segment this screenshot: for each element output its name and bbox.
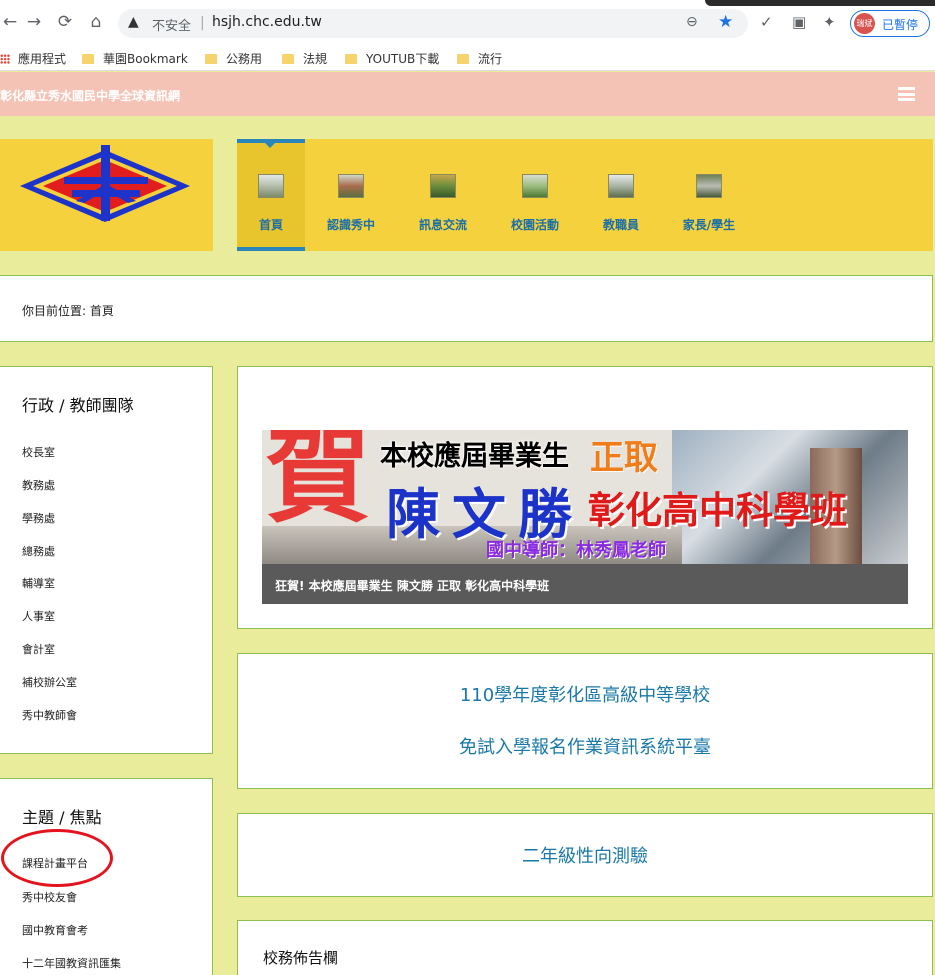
folder-icon: [82, 54, 94, 64]
notice-line[interactable]: 110學年度彰化區高級中等學校: [238, 681, 932, 707]
bookmark-star-icon[interactable]: ★: [718, 12, 733, 32]
warning-icon[interactable]: ▲: [128, 14, 139, 30]
message-board-icon: [430, 174, 456, 198]
address-separator: |: [200, 15, 205, 31]
banner-line1: 本校應屆畢業生: [380, 441, 569, 472]
staff-icon: [608, 174, 634, 198]
bulletin-board: 校務佈告欄: [237, 920, 933, 975]
bookmark-label: 華園Bookmark: [103, 52, 188, 66]
site-title[interactable]: 彰化縣立秀水國民中學全球資訊網: [0, 87, 180, 104]
nav-staff[interactable]: 教職員: [595, 139, 647, 251]
campus-activity-icon: [522, 174, 548, 198]
main-nav: 首頁 認識秀中 訊息交流 校園活動 教職員 家長/學生: [237, 139, 933, 251]
bookmark-folder[interactable]: 華園Bookmark: [82, 50, 188, 67]
folder-icon: [457, 54, 469, 64]
nav-messages[interactable]: 訊息交流: [413, 139, 473, 251]
apps-grid-icon: [0, 54, 10, 64]
bookmark-label: 流行: [478, 52, 503, 66]
puzzle-icon[interactable]: ✦: [823, 13, 836, 31]
bookmark-label: 應用程式: [18, 52, 67, 66]
parents-students-icon: [696, 174, 722, 198]
nav-label: 首頁: [258, 218, 283, 232]
profile-button[interactable]: 瑞斌 已暫停: [850, 10, 930, 37]
active-underline: [237, 247, 305, 251]
profile-status: 已暫停: [882, 18, 919, 32]
sidebar-link[interactable]: 秀中教師會: [22, 707, 77, 723]
zoom-icon[interactable]: ⊖: [686, 14, 698, 30]
sidebar-link[interactable]: 國中教育會考: [22, 922, 88, 938]
sidebar-link[interactable]: 學務處: [22, 510, 55, 526]
bookmarks-bar: 應用程式 華園Bookmark 公務用 法規 YOUTUB下載 流行: [0, 44, 935, 71]
nav-label: 校園活動: [510, 218, 559, 232]
caption-text: 狂賀! 本校應屆畢業生 陳文勝 正取 彰化高中科學班: [275, 579, 550, 593]
banner-panel: 賀 本校應屆畢業生 正取 陳文勝 彰化高中科學班 國中導師：林秀鳳老師 狂賀! …: [237, 366, 933, 629]
menu-icon[interactable]: [898, 87, 915, 101]
annotation-circle: [1, 829, 113, 887]
bookmark-folder[interactable]: 流行: [457, 50, 502, 67]
avatar: 瑞斌: [854, 13, 875, 34]
nav-label: 認識秀中: [326, 218, 375, 232]
sidebar-link[interactable]: 教務處: [22, 477, 55, 493]
nav-home[interactable]: 首頁: [237, 139, 305, 251]
notice-line[interactable]: 免試入學報名作業資訊系統平臺: [238, 733, 932, 759]
insecure-label[interactable]: 不安全: [152, 15, 191, 34]
nav-parents-students[interactable]: 家長/學生: [679, 139, 739, 251]
nav-activities[interactable]: 校園活動: [503, 139, 567, 251]
forward-icon[interactable]: →: [24, 12, 44, 32]
banner-big-char: 賀: [266, 430, 371, 537]
breadcrumb: 你目前位置: 首頁: [0, 275, 933, 342]
sidebar-link[interactable]: 十二年國教資訊匯集: [22, 955, 121, 971]
bulletin-board-title: 校務佈告欄: [263, 949, 339, 967]
bookmark-label: YOUTUB下載: [366, 52, 440, 66]
folder-icon: [345, 54, 357, 64]
banner-school: 彰化高中科學班: [588, 489, 847, 532]
sidebar-link[interactable]: 會計室: [22, 641, 55, 657]
news-slideshow[interactable]: 賀 本校應屆畢業生 正取 陳文勝 彰化高中科學班 國中導師：林秀鳳老師 狂賀! …: [262, 430, 908, 604]
sidebar-link[interactable]: 總務處: [22, 543, 55, 559]
url-text[interactable]: hsjh.chc.edu.tw: [212, 14, 322, 30]
back-icon[interactable]: ←: [0, 12, 20, 32]
bookmark-folder[interactable]: 公務用: [205, 50, 262, 67]
bookmark-label: 法規: [303, 52, 328, 66]
about-school-icon: [338, 174, 364, 198]
reload-icon[interactable]: ⟳: [55, 12, 75, 32]
tab-strip-edge: [705, 0, 935, 6]
site-header: 彰化縣立秀水國民中學全球資訊網: [0, 72, 935, 116]
sidebar-section-title: 行政 / 教師團隊: [22, 396, 134, 415]
sidebar-link[interactable]: 校長室: [22, 444, 55, 460]
nav-label: 家長/學生: [682, 218, 736, 232]
home-building-icon: [258, 174, 284, 198]
notice-aptitude-test[interactable]: 二年級性向測驗: [237, 813, 933, 897]
extension-badge-icon[interactable]: ▣: [792, 13, 806, 31]
caret-down-icon: [265, 143, 275, 148]
folder-icon: [205, 54, 217, 64]
breadcrumb-text: 你目前位置: 首頁: [22, 304, 114, 318]
nav-about[interactable]: 認識秀中: [319, 139, 383, 251]
sidebar-admin-team: 行政 / 教師團隊 校長室 教務處 學務處 總務處 輔導室 人事室 會計室 補校…: [0, 366, 213, 754]
bookmark-label: 公務用: [226, 52, 263, 66]
school-logo: [20, 145, 190, 222]
school-logo-panel[interactable]: [0, 139, 213, 251]
bookmark-apps[interactable]: 應用程式: [0, 50, 66, 67]
banner-accent: 正取: [590, 438, 658, 478]
bookmark-folder[interactable]: 法規: [282, 50, 327, 67]
sidebar-link[interactable]: 人事室: [22, 608, 55, 624]
folder-icon: [282, 54, 294, 64]
sidebar-section-title: 主題 / 焦點: [22, 808, 102, 827]
home-icon[interactable]: ⌂: [86, 12, 106, 32]
banner-caption[interactable]: 狂賀! 本校應屆畢業生 陳文勝 正取 彰化高中科學班: [262, 564, 908, 604]
notice-admission-platform[interactable]: 110學年度彰化區高級中等學校 免試入學報名作業資訊系統平臺: [237, 653, 933, 789]
sidebar-link[interactable]: 輔導室: [22, 575, 55, 591]
notice-line[interactable]: 二年級性向測驗: [238, 842, 932, 868]
bookmark-folder[interactable]: YOUTUB下載: [345, 50, 439, 67]
nav-label: 訊息交流: [418, 218, 467, 232]
checkmark-extension-icon[interactable]: ✓: [760, 13, 773, 31]
address-bar[interactable]: ▲ 不安全 | hsjh.chc.edu.tw ⊖ ★: [118, 9, 748, 38]
nav-label: 教職員: [602, 218, 639, 232]
browser-toolbar: ← → ⟳ ⌂ ▲ 不安全 | hsjh.chc.edu.tw ⊖ ★ ✓ ▣ …: [0, 0, 935, 44]
sidebar-link[interactable]: 秀中校友會: [22, 889, 77, 905]
sidebar-link[interactable]: 補校辦公室: [22, 674, 77, 690]
banner-mentor: 國中導師：林秀鳳老師: [486, 540, 666, 561]
